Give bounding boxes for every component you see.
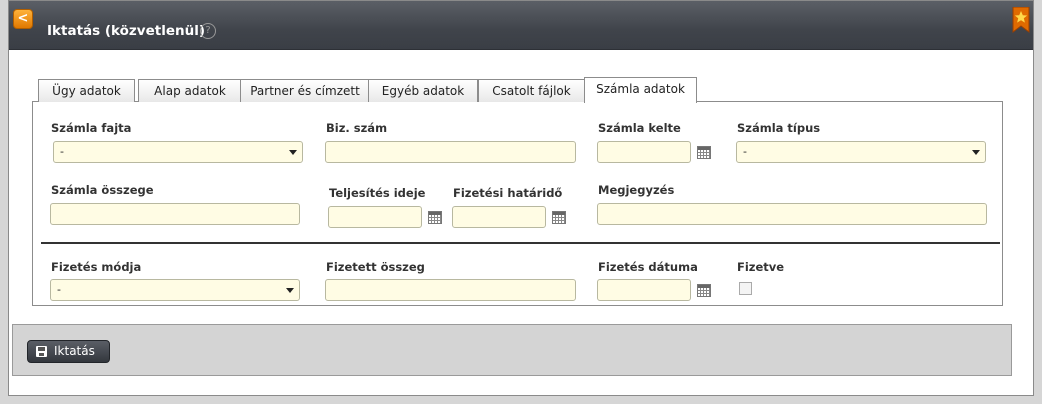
fizetett-osszeg-label: Fizetett összeg [326,260,425,274]
szamla-fajta-label: Számla fajta [51,121,132,135]
megjegyzes-label: Megjegyzés [598,183,675,197]
szamla-kelte-label: Számla kelte [598,121,681,135]
tab-szamla-adatok[interactable]: Számla adatok [584,77,697,103]
help-icon[interactable]: ? [200,23,216,39]
save-disk-icon [36,346,47,357]
teljesites-ideje-input[interactable] [328,206,422,228]
teljesites-ideje-label: Teljesítés ideje [329,186,426,200]
footer-bar [12,324,1012,376]
megjegyzes-input[interactable] [597,203,987,225]
tab-csatolt-fajlok[interactable]: Csatolt fájlok [478,79,585,102]
fizetes-modja-select[interactable]: - [50,279,300,301]
szamla-tipus-select[interactable]: - [736,141,986,163]
fizetes-datuma-calendar-icon[interactable] [697,284,711,297]
szamla-kelte-input[interactable] [597,141,691,163]
fizetesi-hatarido-input[interactable] [452,206,546,228]
szamla-kelte-calendar-icon[interactable] [697,146,711,159]
fizetesi-hatarido-calendar-icon[interactable] [552,211,566,224]
bookmark-star-icon[interactable] [1012,7,1030,33]
szamla-osszege-label: Számla összege [51,183,154,197]
szamla-tipus-label: Számla típus [737,121,821,135]
tab-egyeb-adatok[interactable]: Egyéb adatok [368,79,478,102]
tab-partner-es-cimzett[interactable]: Partner és címzett [240,79,370,102]
biz-szam-input[interactable] [325,141,576,163]
iktatas-button[interactable]: Iktatás [27,340,110,363]
fizetve-checkbox[interactable] [739,282,752,295]
back-button[interactable]: < [13,9,33,29]
biz-szam-label: Biz. szám [326,121,388,135]
szamla-fajta-select[interactable]: - [53,141,303,163]
section-divider [41,242,1000,244]
fizetve-label: Fizetve [737,260,785,274]
fizetes-datuma-input[interactable] [597,279,691,301]
fizetes-datuma-label: Fizetés dátuma [598,260,698,274]
tab-ugy-adatok[interactable]: Ügy adatok [38,79,135,102]
fizetett-osszeg-input[interactable] [325,279,576,301]
iktatas-button-label: Iktatás [54,344,95,358]
page-title: Iktatás (közvetlenül) [47,23,205,39]
title-bar: < Iktatás (közvetlenül) ? [9,1,1033,50]
teljesites-ideje-calendar-icon[interactable] [428,211,442,224]
tab-alap-adatok[interactable]: Alap adatok [138,79,242,102]
fizetes-modja-label: Fizetés módja [51,260,142,274]
fizetesi-hatarido-label: Fizetési határidő [453,186,563,200]
szamla-osszege-input[interactable] [50,203,300,225]
